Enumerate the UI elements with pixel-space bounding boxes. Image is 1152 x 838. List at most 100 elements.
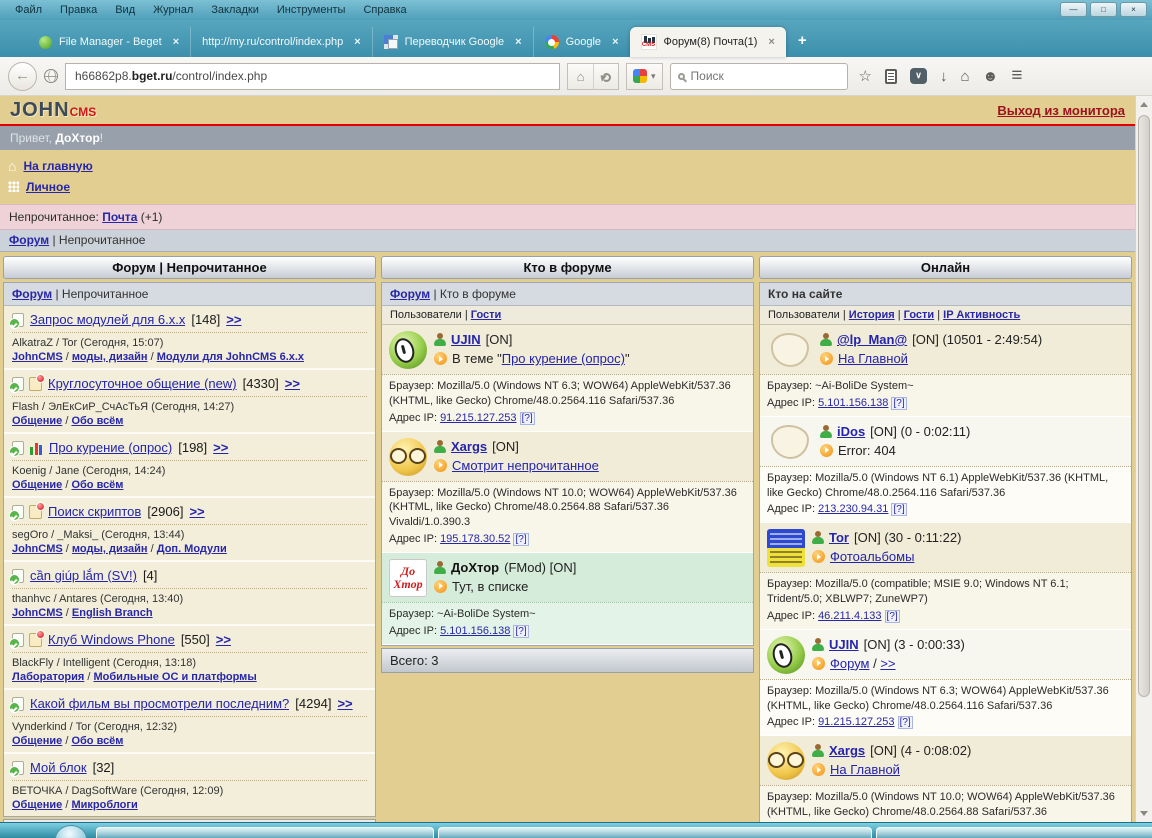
- category-link[interactable]: Общение: [12, 479, 62, 491]
- tab-google[interactable]: Google ×: [533, 27, 630, 57]
- taskbar-button[interactable]: [876, 827, 1152, 838]
- ip-link[interactable]: 91.215.127.253: [440, 412, 516, 424]
- menu-icon[interactable]: ≡: [1011, 65, 1022, 87]
- tab-file-manager[interactable]: File Manager - Beget ×: [28, 27, 190, 57]
- page-scrollbar[interactable]: [1135, 96, 1152, 822]
- start-button[interactable]: [55, 825, 87, 838]
- category-link[interactable]: Общение: [12, 415, 62, 427]
- close-button[interactable]: ×: [1120, 2, 1147, 17]
- topic-title-link[interactable]: Круглосуточное общение (new): [48, 376, 237, 391]
- tab-myru[interactable]: http://my.ru/control/index.php ×: [190, 27, 371, 57]
- smiley-extension-icon[interactable]: ☻: [983, 69, 999, 84]
- topic-more-link[interactable]: >>: [189, 504, 204, 519]
- user-name-link[interactable]: UJIN: [451, 332, 481, 347]
- ip-help-link[interactable]: [?]: [513, 625, 528, 638]
- minimize-button[interactable]: —: [1060, 2, 1087, 17]
- category-link[interactable]: English Branch: [72, 607, 153, 619]
- topic-more-link[interactable]: >>: [337, 696, 352, 711]
- ip-link[interactable]: 195.178.30.52: [440, 533, 510, 545]
- user-name-link[interactable]: Tor: [829, 530, 849, 545]
- category-link[interactable]: Мобильные ОС и платформы: [94, 671, 257, 683]
- topic-title-link[interactable]: Поиск скриптов: [48, 504, 141, 519]
- logout-link[interactable]: Выход из монитора: [997, 103, 1125, 118]
- text-link[interactable]: Гости: [904, 309, 935, 321]
- category-link[interactable]: моды, дизайн: [72, 351, 148, 363]
- home-small-icon[interactable]: ⌂: [568, 64, 593, 89]
- user-name-link[interactable]: UJIN: [829, 637, 859, 652]
- topic-more-link[interactable]: >>: [285, 376, 300, 391]
- url-bar[interactable]: h66862p8.bget.ru/control/index.php: [65, 63, 560, 90]
- scrollbar-thumb[interactable]: [1138, 115, 1150, 697]
- category-link[interactable]: Микроблоги: [71, 799, 137, 811]
- ip-link[interactable]: 46.211.4.133: [818, 610, 881, 622]
- forum-link[interactable]: Форум: [12, 287, 52, 301]
- ip-help-link[interactable]: [?]: [513, 533, 528, 546]
- close-tab-icon[interactable]: ×: [173, 36, 179, 48]
- topic-title-link[interactable]: Запрос модулей для 6.х.х: [30, 312, 185, 327]
- category-link[interactable]: моды, дизайн: [72, 543, 148, 555]
- menu-tools[interactable]: Инструменты: [268, 2, 355, 18]
- close-tab-icon[interactable]: ×: [768, 36, 774, 48]
- taskbar-button[interactable]: [96, 827, 434, 838]
- text-link[interactable]: Гости: [471, 309, 502, 321]
- category-link[interactable]: JohnCMS: [12, 351, 63, 363]
- text-link[interactable]: На Главной: [830, 762, 900, 777]
- topic-title-link[interactable]: Мой блок: [30, 760, 87, 775]
- close-tab-icon[interactable]: ×: [515, 36, 521, 48]
- topic-more-link[interactable]: >>: [216, 632, 231, 647]
- user-name-link[interactable]: Xargs: [829, 743, 865, 758]
- tab-translate[interactable]: Переводчик Google ×: [372, 27, 533, 57]
- breadcrumb-forum-link[interactable]: Форум: [9, 233, 49, 247]
- menu-bookmarks[interactable]: Закладки: [202, 2, 268, 18]
- ip-link[interactable]: 91.215.127.253: [818, 716, 894, 728]
- text-link[interactable]: Смотрит непрочитанное: [452, 458, 599, 473]
- user-name-link[interactable]: iDos: [837, 424, 865, 439]
- topic-title-link[interactable]: Какой фильм вы просмотрели последним?: [30, 696, 289, 711]
- category-link[interactable]: Лаборатория: [12, 671, 84, 683]
- pocket-icon[interactable]: ∨: [910, 68, 927, 84]
- downloads-icon[interactable]: ↓: [940, 69, 948, 84]
- ip-link[interactable]: 5.101.156.138: [818, 397, 888, 409]
- text-link[interactable]: Форум: [830, 656, 870, 671]
- ip-help-link[interactable]: [?]: [891, 503, 906, 516]
- topic-more-link[interactable]: >>: [213, 440, 228, 455]
- mail-link[interactable]: Почта: [102, 210, 137, 224]
- menu-file[interactable]: Файл: [6, 2, 51, 18]
- scroll-down-arrow[interactable]: [1136, 805, 1152, 822]
- search-box[interactable]: [670, 63, 848, 90]
- text-link[interactable]: IP Активность: [943, 309, 1020, 321]
- category-link[interactable]: Общение: [12, 799, 62, 811]
- category-link[interactable]: JohnCMS: [12, 607, 63, 619]
- text-link[interactable]: Фотоальбомы: [830, 549, 914, 564]
- forum-link[interactable]: Форум: [390, 287, 430, 301]
- menu-view[interactable]: Вид: [106, 2, 144, 18]
- bookmarks-list-icon[interactable]: [885, 69, 897, 84]
- category-link[interactable]: Обо всём: [71, 415, 123, 427]
- ip-help-link[interactable]: [?]: [898, 716, 913, 729]
- menu-help[interactable]: Справка: [354, 2, 415, 18]
- topic-title-link[interactable]: Про курение (опрос): [49, 440, 172, 455]
- ip-link[interactable]: 213.230.94.31: [818, 503, 888, 515]
- category-link[interactable]: Общение: [12, 735, 62, 747]
- menu-history[interactable]: Журнал: [144, 2, 202, 18]
- text-link[interactable]: История: [849, 309, 895, 321]
- close-tab-icon[interactable]: ×: [354, 36, 360, 48]
- site-identity-icon[interactable]: [44, 69, 58, 83]
- maximize-button[interactable]: □: [1090, 2, 1117, 17]
- category-link[interactable]: Модули для JohnCMS 6.х.х: [157, 351, 304, 363]
- user-name-link[interactable]: Xargs: [451, 439, 487, 454]
- menu-edit[interactable]: Правка: [51, 2, 106, 18]
- bookmark-star-icon[interactable]: ☆: [859, 69, 872, 84]
- category-link[interactable]: Обо всём: [71, 735, 123, 747]
- category-link[interactable]: Обо всём: [71, 479, 123, 491]
- category-link[interactable]: JohnCMS: [12, 543, 63, 555]
- text-link[interactable]: На Главной: [838, 351, 908, 366]
- nav-main-link[interactable]: На главную: [23, 159, 92, 173]
- ip-help-link[interactable]: [?]: [520, 412, 535, 425]
- reload-icon[interactable]: [593, 64, 618, 89]
- nav-personal-link[interactable]: Личное: [26, 180, 70, 194]
- scroll-up-arrow[interactable]: [1136, 96, 1152, 113]
- ip-link[interactable]: 5.101.156.138: [440, 625, 510, 637]
- topic-title-link[interactable]: cần giúp lắm (SV!): [30, 568, 137, 583]
- new-tab-button[interactable]: +: [786, 27, 819, 57]
